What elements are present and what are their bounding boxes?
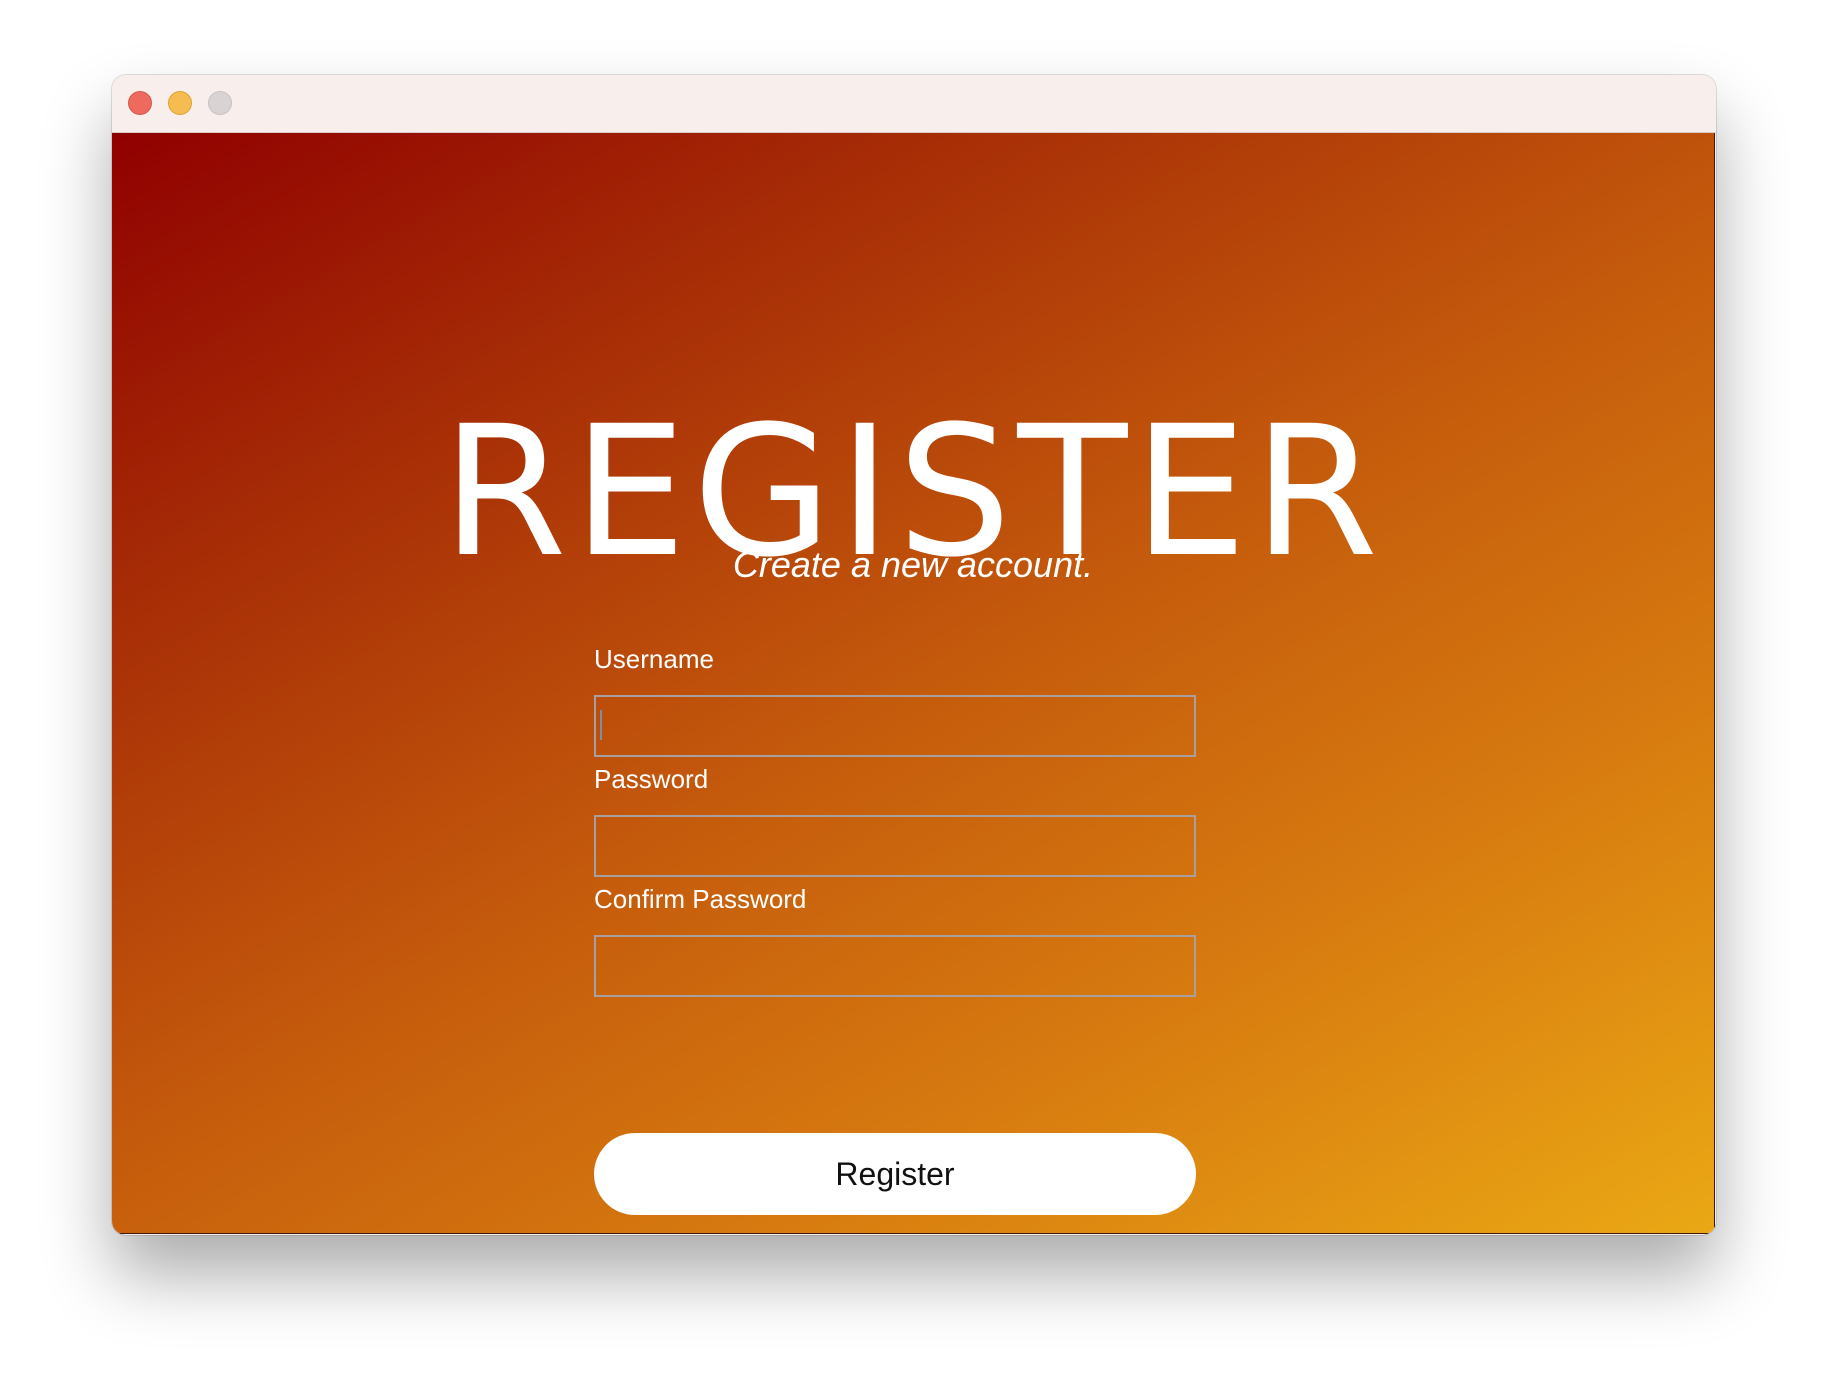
close-window-button[interactable]	[128, 91, 152, 115]
password-label: Password	[594, 764, 709, 794]
text-caret	[600, 710, 602, 740]
register-button[interactable]: Register	[594, 1133, 1196, 1215]
confirm-password-label: Confirm Password	[594, 884, 807, 914]
page-subtitle: Create a new account.	[732, 544, 1094, 585]
zoom-window-button[interactable]	[208, 91, 232, 115]
password-input[interactable]	[594, 815, 1196, 877]
username-label: Username	[594, 644, 714, 674]
window-titlebar	[112, 75, 1716, 133]
app-window: REGISTER Create a new account. Username …	[112, 75, 1716, 1235]
username-input[interactable]	[594, 695, 1196, 757]
minimize-window-button[interactable]	[168, 91, 192, 115]
register-page: REGISTER Create a new account. Username …	[112, 133, 1715, 1234]
confirm-password-input[interactable]	[594, 935, 1196, 997]
